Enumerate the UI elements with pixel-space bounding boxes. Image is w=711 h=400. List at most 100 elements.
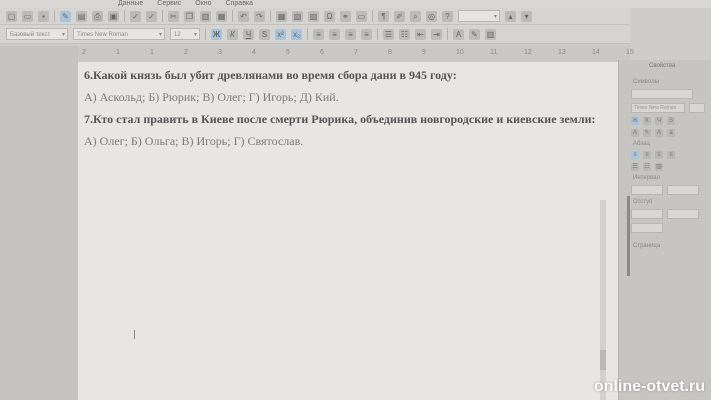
sidebar-highlight-icon[interactable]: ✎ — [643, 129, 651, 137]
scrollbar-thumb[interactable] — [600, 350, 606, 370]
cut-icon[interactable]: ✂ — [168, 10, 179, 22]
watermark-text: online-otvet.ru — [593, 378, 705, 395]
image-icon[interactable]: ▧ — [292, 10, 303, 22]
undo-icon[interactable]: ↶ — [238, 10, 249, 22]
toolbar-separator — [205, 28, 206, 40]
spellcheck-icon[interactable]: ✓ — [130, 10, 141, 22]
new-document-icon[interactable]: ▢ — [6, 10, 17, 22]
redo-icon[interactable]: ↷ — [254, 10, 265, 22]
bullets-icon[interactable]: ☰ — [383, 28, 394, 40]
justify-icon[interactable]: ≡ — [361, 28, 372, 40]
sidebar-align-left-icon[interactable]: ≡ — [631, 151, 639, 159]
toolbar-separator — [124, 10, 125, 22]
sidebar-section-spacing: Интервал — [633, 175, 660, 181]
sidebar-underline-icon[interactable]: Ч — [655, 117, 663, 125]
sidebar-style-field[interactable] — [631, 89, 693, 99]
edit-mode-icon[interactable]: ✎ — [60, 10, 71, 22]
align-right-icon[interactable]: ≡ — [345, 28, 356, 40]
save-icon[interactable]: ▪ — [38, 10, 49, 22]
paste-icon[interactable]: ▥ — [200, 10, 211, 22]
sidebar-indent-after-field[interactable] — [667, 209, 699, 219]
sidebar-align-center-icon[interactable]: ≡ — [643, 151, 651, 159]
sidebar-numbering-icon[interactable]: ☷ — [643, 163, 651, 171]
paragraph-style-combo[interactable]: Базовый текст ▾ — [6, 28, 68, 40]
menu-bar: Данные Сервис Окно Справка — [0, 0, 711, 8]
font-color-icon[interactable]: A — [453, 28, 464, 40]
hyperlink-icon[interactable]: ⚭ — [340, 10, 351, 22]
navigator-icon[interactable]: ◎ — [426, 10, 437, 22]
align-center-icon[interactable]: ≡ — [329, 28, 340, 40]
sidebar-section-page[interactable]: Страница — [619, 243, 711, 249]
sidebar-shrink-icon[interactable]: a — [667, 129, 675, 137]
ruler-tick-label: 12 — [524, 49, 532, 56]
decrease-indent-icon[interactable]: ⇤ — [415, 28, 426, 40]
ruler-tick-label: 3 — [218, 49, 222, 56]
sidebar-spacing-below-field[interactable] — [667, 185, 699, 195]
sidebar-justify-icon[interactable]: ≡ — [667, 151, 675, 159]
print-icon[interactable]: ⎙ — [92, 10, 103, 22]
superscript-icon[interactable]: x² — [275, 28, 286, 40]
italic-button[interactable]: К — [227, 28, 238, 40]
menu-item-window[interactable]: Окно — [195, 0, 211, 8]
clone-formatting-icon[interactable]: ▦ — [216, 10, 227, 22]
menu-item-data[interactable]: Данные — [118, 0, 143, 8]
underline-button[interactable]: Ч — [243, 28, 254, 40]
font-size-combo[interactable]: 12 ▾ — [170, 28, 200, 40]
properties-sidebar: Свойства Символы Times New Roman Ж К Ч S… — [618, 60, 711, 400]
table-icon[interactable]: ▦ — [276, 10, 287, 22]
sidebar-italic-icon[interactable]: К — [643, 117, 651, 125]
font-name-combo[interactable]: Times New Roman ▾ — [73, 28, 165, 40]
chart-icon[interactable]: ▨ — [308, 10, 319, 22]
sidebar-format-row: Ж К Ч S — [619, 117, 711, 125]
formatting-marks-icon[interactable]: ¶ — [378, 10, 389, 22]
sidebar-resize-handle[interactable] — [627, 196, 630, 276]
ruler-tick-label: 15 — [626, 49, 634, 56]
strikethrough-icon[interactable]: S — [259, 28, 270, 40]
autospellcheck-icon[interactable]: ✓ — [146, 10, 157, 22]
increase-indent-icon[interactable]: ⇥ — [431, 28, 442, 40]
horizontal-ruler[interactable]: 2 1 1 2 3 4 5 6 7 8 9 10 11 12 13 14 15 — [78, 46, 634, 62]
bold-button[interactable]: Ж — [211, 28, 222, 40]
align-left-icon[interactable]: ≡ — [313, 28, 324, 40]
print-preview-icon[interactable]: ▣ — [108, 10, 119, 22]
sidebar-font-color-icon[interactable]: A — [631, 129, 639, 137]
find-previous-icon[interactable]: ▴ — [505, 10, 516, 22]
sidebar-size-field[interactable] — [689, 103, 705, 113]
copy-icon[interactable]: ❐ — [184, 10, 195, 22]
open-folder-icon[interactable]: ▭ — [22, 10, 33, 22]
vertical-scrollbar[interactable] — [600, 200, 606, 400]
sidebar-align-right-icon[interactable]: ≡ — [655, 151, 663, 159]
sidebar-indent-row-2 — [619, 223, 711, 233]
sidebar-first-line-field[interactable] — [631, 223, 663, 233]
menu-item-tools[interactable]: Сервис — [157, 0, 181, 8]
highlight-icon[interactable]: ✎ — [469, 28, 480, 40]
numbering-icon[interactable]: ☷ — [399, 28, 410, 40]
document-page[interactable]: 6.Какой князь был убит древлянами во вре… — [78, 62, 630, 400]
font-name-value: Times New Roman — [77, 32, 128, 38]
sidebar-section-symbols[interactable]: Символы — [619, 79, 711, 85]
export-pdf-icon[interactable]: ▤ — [76, 10, 87, 22]
find-replace-icon[interactable]: ⌕ — [410, 10, 421, 22]
subscript-icon[interactable]: x₂ — [291, 28, 302, 40]
sidebar-font-field[interactable]: Times New Roman — [631, 103, 685, 113]
comment-icon[interactable]: ▭ — [356, 10, 367, 22]
sidebar-indent-before-field[interactable] — [631, 209, 663, 219]
menu-item-help[interactable]: Справка — [226, 0, 253, 8]
toolbar-separator — [270, 10, 271, 22]
help-icon[interactable]: ? — [442, 10, 453, 22]
sidebar-section-paragraph[interactable]: Абзац — [619, 141, 711, 147]
find-combo[interactable]: ▾ — [458, 10, 500, 22]
sidebar-bullets-icon[interactable]: ☰ — [631, 163, 639, 171]
sidebar-grow-icon[interactable]: A — [655, 129, 663, 137]
toolbar-separator — [307, 28, 308, 40]
background-color-icon[interactable]: ▥ — [485, 28, 496, 40]
sidebar-bgcolor-icon[interactable]: ▥ — [655, 163, 663, 171]
special-character-icon[interactable]: Ω — [324, 10, 335, 22]
sidebar-spacing-above-field[interactable] — [631, 185, 663, 195]
find-next-icon[interactable]: ▾ — [521, 10, 532, 22]
document-text[interactable]: 6.Какой князь был убит древлянами во вре… — [84, 68, 624, 156]
sidebar-strike-icon[interactable]: S — [667, 117, 675, 125]
sidebar-bold-icon[interactable]: Ж — [631, 117, 639, 125]
draw-functions-icon[interactable]: ✐ — [394, 10, 405, 22]
ruler-tick-label: 4 — [252, 49, 256, 56]
